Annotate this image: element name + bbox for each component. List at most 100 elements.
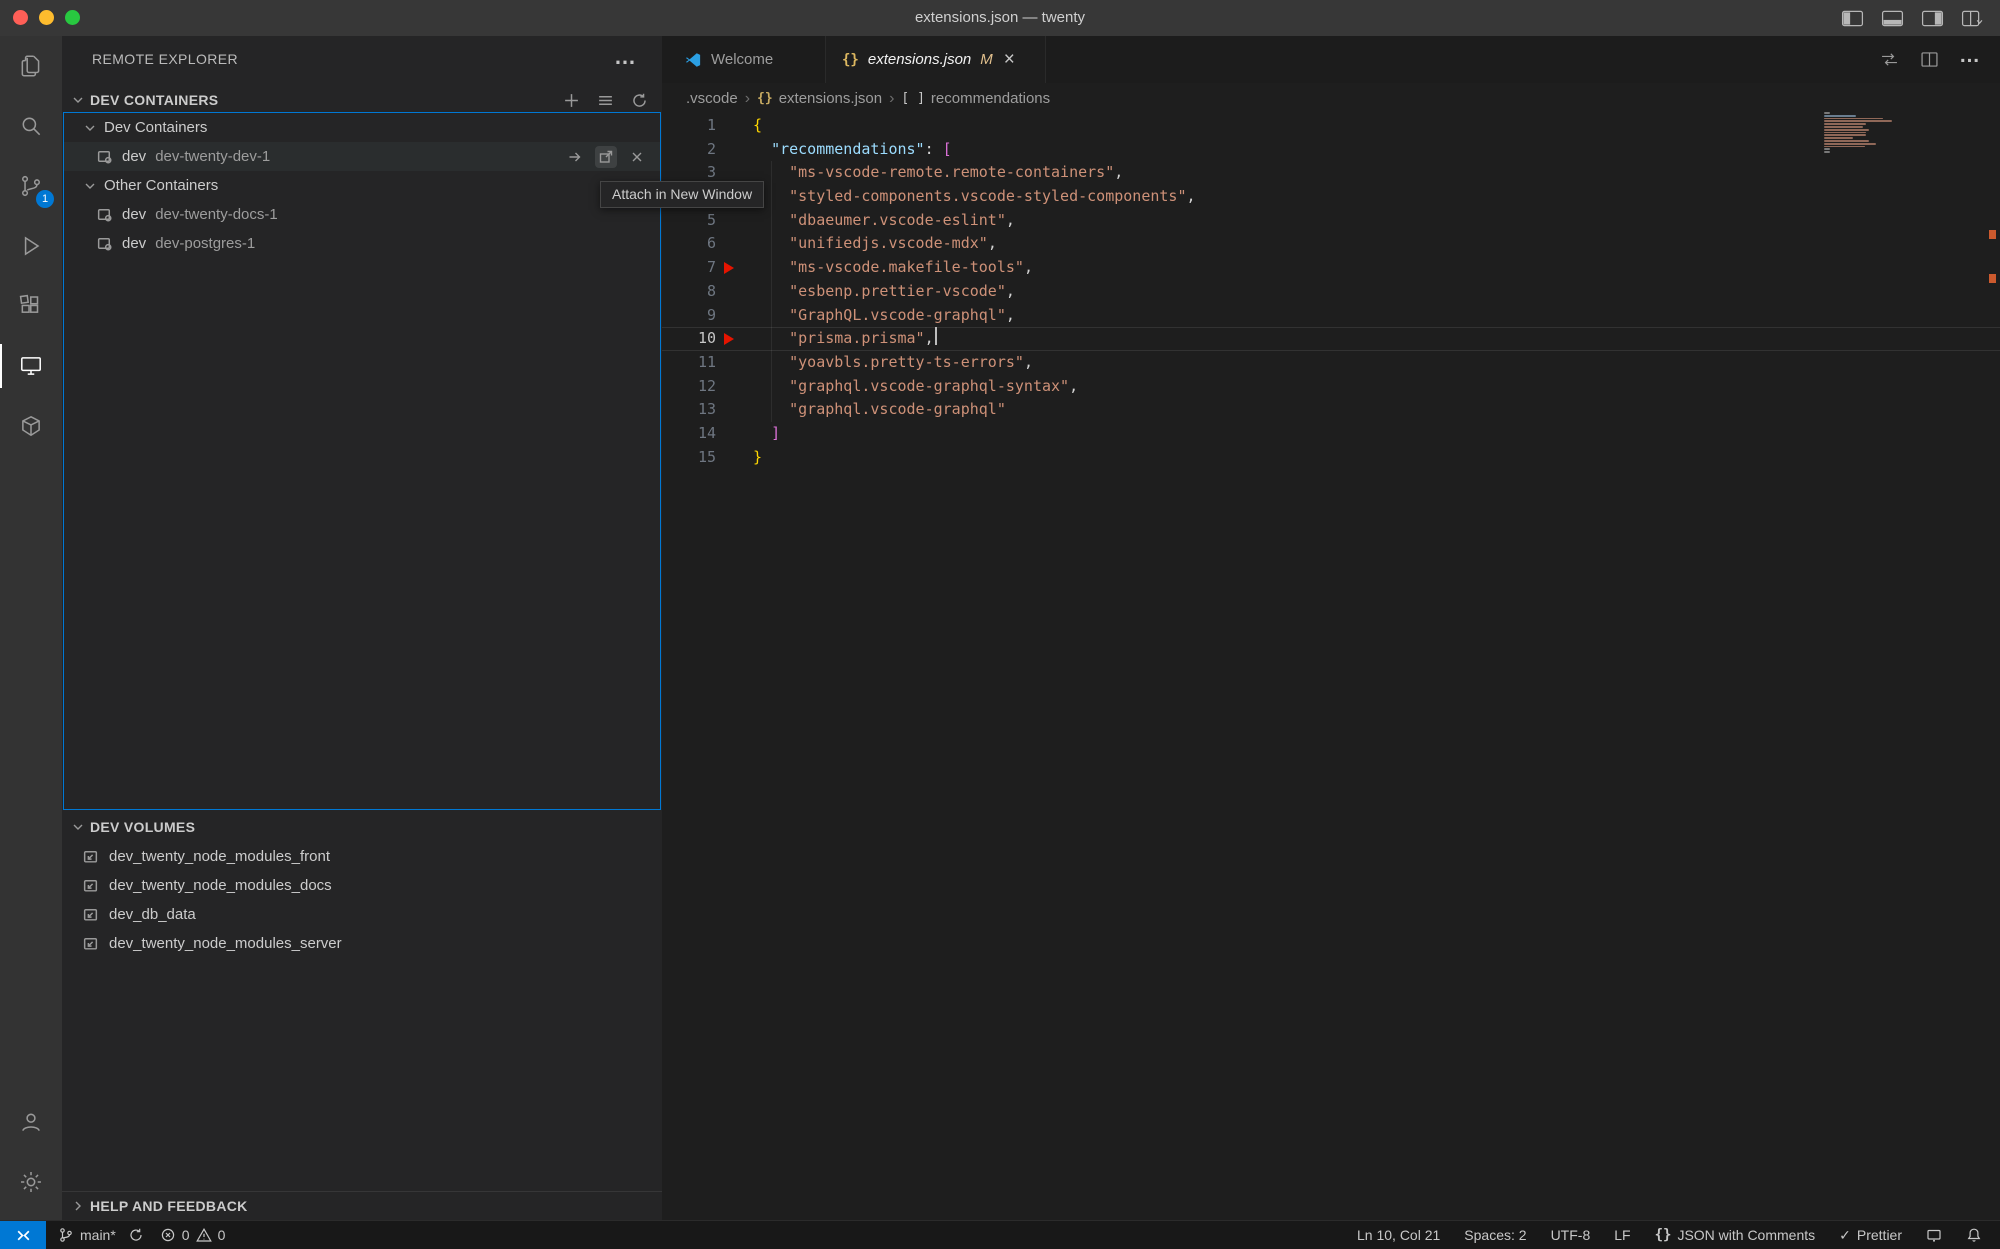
volume-item[interactable]: dev_twenty_node_modules_docs — [64, 871, 660, 900]
tab-label: extensions.json — [868, 51, 971, 68]
remote-indicator[interactable] — [0, 1221, 46, 1249]
volume-item[interactable]: dev_db_data — [64, 900, 660, 929]
close-tab-icon[interactable]: × — [1004, 50, 1015, 69]
line-number[interactable]: 14 — [662, 422, 716, 446]
line-number[interactable]: 15 — [662, 446, 716, 470]
breadcrumb-file[interactable]: extensions.json — [779, 90, 882, 107]
git-branch-status[interactable]: main* — [58, 1221, 116, 1249]
toggle-secondary-sidebar-icon[interactable] — [1921, 10, 1944, 27]
cursor-position-status[interactable]: Ln 10, Col 21 — [1357, 1227, 1440, 1243]
tab-extensions-json[interactable]: {} extensions.json M × — [826, 36, 1046, 83]
chevron-down-icon — [82, 120, 98, 136]
code-line[interactable]: 1{ — [662, 114, 2000, 138]
attach-container-icon[interactable] — [564, 146, 586, 168]
sidebar-more-actions-icon[interactable]: … — [614, 44, 636, 70]
activity-search[interactable] — [0, 96, 62, 156]
section-dev-volumes[interactable]: DEV VOLUMES — [62, 813, 662, 841]
split-editor-icon[interactable] — [1919, 49, 1940, 70]
line-number[interactable]: 10 — [662, 327, 716, 351]
add-icon[interactable] — [563, 92, 580, 109]
broadcast-status[interactable] — [1926, 1221, 1942, 1249]
chevron-down-icon — [82, 178, 98, 194]
notifications-status[interactable] — [1966, 1221, 1982, 1249]
eol-status[interactable]: LF — [1614, 1227, 1630, 1243]
gutter-space — [716, 232, 753, 256]
minimize-window-button[interactable] — [39, 10, 54, 25]
encoding-status[interactable]: UTF-8 — [1551, 1227, 1591, 1243]
sync-changes-button[interactable] — [128, 1221, 144, 1249]
editor-group: Welcome {} extensions.json M × … .vscode… — [662, 36, 2000, 1220]
activity-accounts[interactable] — [0, 1092, 62, 1152]
line-number[interactable]: 8 — [662, 280, 716, 304]
tooltip-text: Attach in New Window — [612, 186, 752, 202]
code-line[interactable]: 14 ] — [662, 422, 2000, 446]
open-changes-icon[interactable] — [1879, 49, 1900, 70]
line-number[interactable]: 11 — [662, 351, 716, 375]
activity-source-control[interactable]: 1 — [0, 156, 62, 216]
text-cursor — [935, 327, 937, 345]
line-number[interactable]: 5 — [662, 209, 716, 233]
activity-explorer[interactable] — [0, 36, 62, 96]
code-line[interactable]: 10 "prisma.prisma", — [662, 327, 2000, 351]
formatter-status[interactable]: ✓ Prettier — [1839, 1221, 1902, 1249]
section-dev-containers[interactable]: DEV CONTAINERS — [62, 86, 662, 114]
code-line[interactable]: 11 "yoavbls.pretty-ts-errors", — [662, 351, 2000, 375]
attach-new-window-icon[interactable] — [595, 146, 617, 168]
status-bar: main* 0 0 Ln 10, Col 21 Spaces: 2 UTF-8 … — [0, 1220, 2000, 1249]
code-line[interactable]: 4 "styled-components.vscode-styled-compo… — [662, 185, 2000, 209]
list-icon[interactable] — [597, 92, 614, 109]
language-mode-status[interactable]: {} JSON with Comments — [1655, 1221, 1816, 1249]
toggle-panel-icon[interactable] — [1881, 10, 1904, 27]
cast-icon — [1926, 1227, 1942, 1243]
close-window-button[interactable] — [13, 10, 28, 25]
customize-layout-icon[interactable] — [1961, 10, 1984, 27]
line-number[interactable]: 13 — [662, 398, 716, 422]
tree-item-dev-twenty-docs-1[interactable]: dev dev-twenty-docs-1 — [64, 200, 660, 229]
code-line[interactable]: 12 "graphql.vscode-graphql-syntax", — [662, 375, 2000, 399]
tree-item-dev-twenty-dev-1[interactable]: dev dev-twenty-dev-1 — [64, 142, 660, 171]
code-text: "styled-components.vscode-styled-compone… — [753, 185, 1196, 209]
warnings-icon — [196, 1227, 212, 1243]
activity-remote-explorer[interactable] — [0, 336, 62, 396]
line-number[interactable]: 2 — [662, 138, 716, 162]
code-text: "prisma.prisma", — [753, 327, 934, 351]
problems-status[interactable]: 0 0 — [160, 1221, 226, 1249]
code-line[interactable]: 8 "esbenp.prettier-vscode", — [662, 280, 2000, 304]
code-line[interactable]: 2 "recommendations": [ — [662, 138, 2000, 162]
line-number[interactable]: 9 — [662, 304, 716, 328]
section-help-and-feedback[interactable]: HELP AND FEEDBACK — [62, 1191, 662, 1220]
tree-group-other-containers[interactable]: Other Containers — [64, 171, 660, 200]
code-line[interactable]: 6 "unifiedjs.vscode-mdx", — [662, 232, 2000, 256]
tab-welcome[interactable]: Welcome — [662, 36, 826, 83]
code-editor[interactable]: 1{2 "recommendations": [3 "ms-vscode-rem… — [662, 114, 2000, 1220]
volume-item[interactable]: dev_twenty_node_modules_front — [64, 842, 660, 871]
line-number[interactable]: 7 — [662, 256, 716, 280]
minimap[interactable] — [1824, 112, 1897, 154]
line-number[interactable]: 12 — [662, 375, 716, 399]
zoom-window-button[interactable] — [65, 10, 80, 25]
code-line[interactable]: 13 "graphql.vscode-graphql" — [662, 398, 2000, 422]
close-icon[interactable] — [626, 146, 648, 168]
editor-more-actions-icon[interactable]: … — [1959, 44, 1980, 68]
activity-containers[interactable] — [0, 396, 62, 456]
activity-settings[interactable] — [0, 1152, 62, 1212]
tree-item-dev-postgres-1[interactable]: dev dev-postgres-1 — [64, 229, 660, 258]
refresh-icon[interactable] — [631, 92, 648, 109]
tree-group-dev-containers[interactable]: Dev Containers — [64, 113, 660, 142]
code-line[interactable]: 5 "dbaeumer.vscode-eslint", — [662, 209, 2000, 233]
toggle-primary-sidebar-icon[interactable] — [1841, 10, 1864, 27]
breadcrumb-folder[interactable]: .vscode — [686, 90, 738, 107]
code-line[interactable]: 9 "GraphQL.vscode-graphql", — [662, 304, 2000, 328]
activity-extensions[interactable] — [0, 276, 62, 336]
sidebar-title: REMOTE EXPLORER — [92, 36, 238, 82]
code-line[interactable]: 3 "ms-vscode-remote.remote-containers", — [662, 161, 2000, 185]
section-label: DEV VOLUMES — [90, 819, 195, 835]
code-line[interactable]: 7 "ms-vscode.makefile-tools", — [662, 256, 2000, 280]
indentation-status[interactable]: Spaces: 2 — [1464, 1227, 1526, 1243]
activity-run-debug[interactable] — [0, 216, 62, 276]
code-line[interactable]: 15} — [662, 446, 2000, 470]
breadcrumb-symbol[interactable]: recommendations — [931, 90, 1050, 107]
volume-item[interactable]: dev_twenty_node_modules_server — [64, 929, 660, 958]
line-number[interactable]: 6 — [662, 232, 716, 256]
line-number[interactable]: 1 — [662, 114, 716, 138]
